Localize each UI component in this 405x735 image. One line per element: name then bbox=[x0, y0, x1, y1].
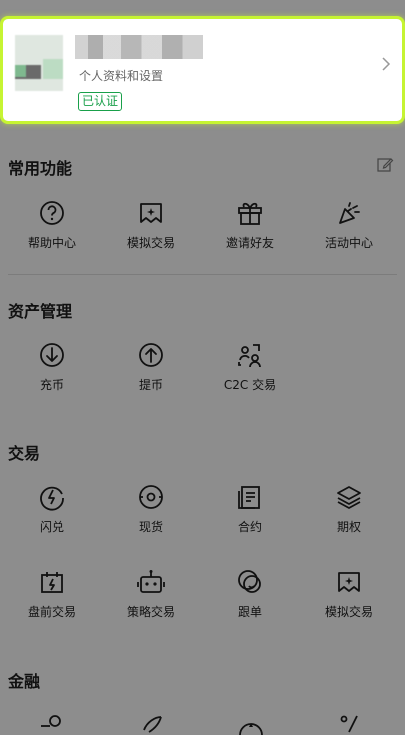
copy-trading-button[interactable]: 跟单 bbox=[200, 567, 300, 620]
deposit-label: 充币 bbox=[39, 378, 64, 392]
spot-label: 现货 bbox=[138, 520, 163, 534]
gift-icon bbox=[238, 202, 262, 225]
withdraw-icon bbox=[139, 343, 163, 367]
c2c-trading-label: C2C 交易 bbox=[223, 378, 277, 392]
demo-trading-button-2[interactable]: 模拟交易 bbox=[299, 567, 399, 620]
pre-market-label: 盘前交易 bbox=[27, 605, 76, 619]
finance-icon-1[interactable] bbox=[38, 712, 68, 735]
invite-friends-button[interactable]: 邀请好友 bbox=[200, 198, 300, 251]
profile-settings-label: 个人资料和设置 bbox=[79, 69, 164, 83]
options-button[interactable]: 期权 bbox=[299, 482, 399, 535]
finance-icon-3[interactable] bbox=[236, 712, 266, 735]
section-title-finance: 金融 bbox=[8, 672, 41, 691]
futures-button[interactable]: 合约 bbox=[200, 482, 300, 535]
demo-trading-icon bbox=[338, 572, 360, 592]
edit-icon[interactable] bbox=[376, 156, 394, 174]
deposit-button[interactable]: 充币 bbox=[2, 340, 102, 393]
convert-button[interactable]: 闪兑 bbox=[2, 482, 102, 535]
activity-center-label: 活动中心 bbox=[324, 236, 373, 250]
spot-button[interactable]: 现货 bbox=[101, 482, 201, 535]
options-label: 期权 bbox=[336, 520, 361, 534]
strategy-trading-button[interactable]: 策略交易 bbox=[101, 567, 201, 620]
divider bbox=[8, 274, 397, 275]
copy-trading-label: 跟单 bbox=[237, 605, 262, 619]
demo-trading-label-2: 模拟交易 bbox=[324, 605, 373, 619]
username-blurred bbox=[75, 35, 203, 59]
section-title-common: 常用功能 bbox=[8, 159, 73, 178]
layers-icon bbox=[337, 486, 361, 509]
c2c-trading-button[interactable]: C2C 交易 bbox=[200, 340, 300, 393]
spot-icon bbox=[139, 485, 163, 509]
section-title-trade: 交易 bbox=[8, 444, 41, 463]
pre-market-icon bbox=[41, 572, 63, 593]
demo-trading-button[interactable]: 模拟交易 bbox=[101, 198, 201, 251]
rocket-icon[interactable] bbox=[137, 712, 167, 735]
withdraw-label: 提币 bbox=[138, 378, 163, 392]
flash-convert-icon bbox=[40, 486, 64, 511]
robot-icon bbox=[137, 570, 165, 593]
help-icon bbox=[40, 201, 64, 225]
demo-trading-icon bbox=[140, 203, 162, 223]
finance-icon-4[interactable] bbox=[335, 712, 365, 735]
demo-trading-label: 模拟交易 bbox=[126, 236, 175, 250]
avatar bbox=[15, 35, 63, 91]
strategy-trading-label: 策略交易 bbox=[126, 605, 175, 619]
convert-label: 闪兑 bbox=[39, 520, 64, 534]
c2c-icon bbox=[238, 344, 261, 368]
futures-label: 合约 bbox=[237, 520, 262, 534]
chevron-right-icon bbox=[382, 57, 391, 71]
section-title-assets: 资产管理 bbox=[8, 302, 73, 321]
verified-badge: 已认证 bbox=[78, 92, 123, 111]
copy-trading-icon bbox=[238, 570, 261, 593]
contract-icon bbox=[238, 486, 260, 509]
activity-center-button[interactable]: 活动中心 bbox=[299, 198, 399, 251]
withdraw-button[interactable]: 提币 bbox=[101, 340, 201, 393]
party-popper-icon bbox=[339, 202, 360, 224]
help-center-button[interactable]: 帮助中心 bbox=[2, 198, 102, 251]
profile-card[interactable]: 个人资料和设置 已认证 bbox=[0, 16, 405, 124]
help-center-label: 帮助中心 bbox=[27, 236, 76, 250]
deposit-icon bbox=[40, 343, 64, 367]
pre-market-button[interactable]: 盘前交易 bbox=[2, 567, 102, 620]
invite-friends-label: 邀请好友 bbox=[225, 236, 274, 250]
